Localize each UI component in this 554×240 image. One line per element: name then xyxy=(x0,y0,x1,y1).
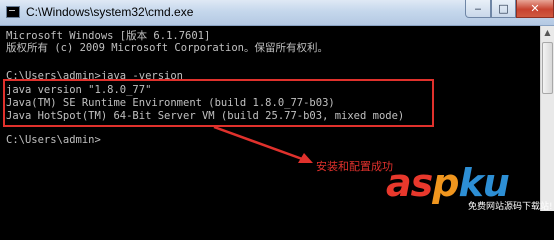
highlight-box xyxy=(3,79,434,127)
watermark-logo: aspku 免费网站源码下载站! xyxy=(382,161,554,212)
cmd-icon xyxy=(6,6,20,18)
window-title: C:\Windows\system32\cmd.exe xyxy=(26,5,194,19)
scroll-up-arrow-icon[interactable]: ▲ xyxy=(541,26,554,40)
maximize-button[interactable]: □ xyxy=(491,0,516,18)
scroll-thumb[interactable] xyxy=(542,42,553,94)
close-button[interactable]: ✕ xyxy=(516,0,554,18)
watermark-subtitle: 免费网站源码下载站! xyxy=(468,202,553,212)
console-line: Microsoft Windows [版本 6.1.7601] xyxy=(6,30,211,42)
console-prompt: C:\Users\admin> xyxy=(6,134,101,146)
window-titlebar[interactable]: C:\Windows\system32\cmd.exe ‒ □ ✕ xyxy=(0,0,554,26)
minimize-button[interactable]: ‒ xyxy=(465,0,491,18)
console-line: 版权所有 (c) 2009 Microsoft Corporation。保留所有… xyxy=(6,42,328,54)
